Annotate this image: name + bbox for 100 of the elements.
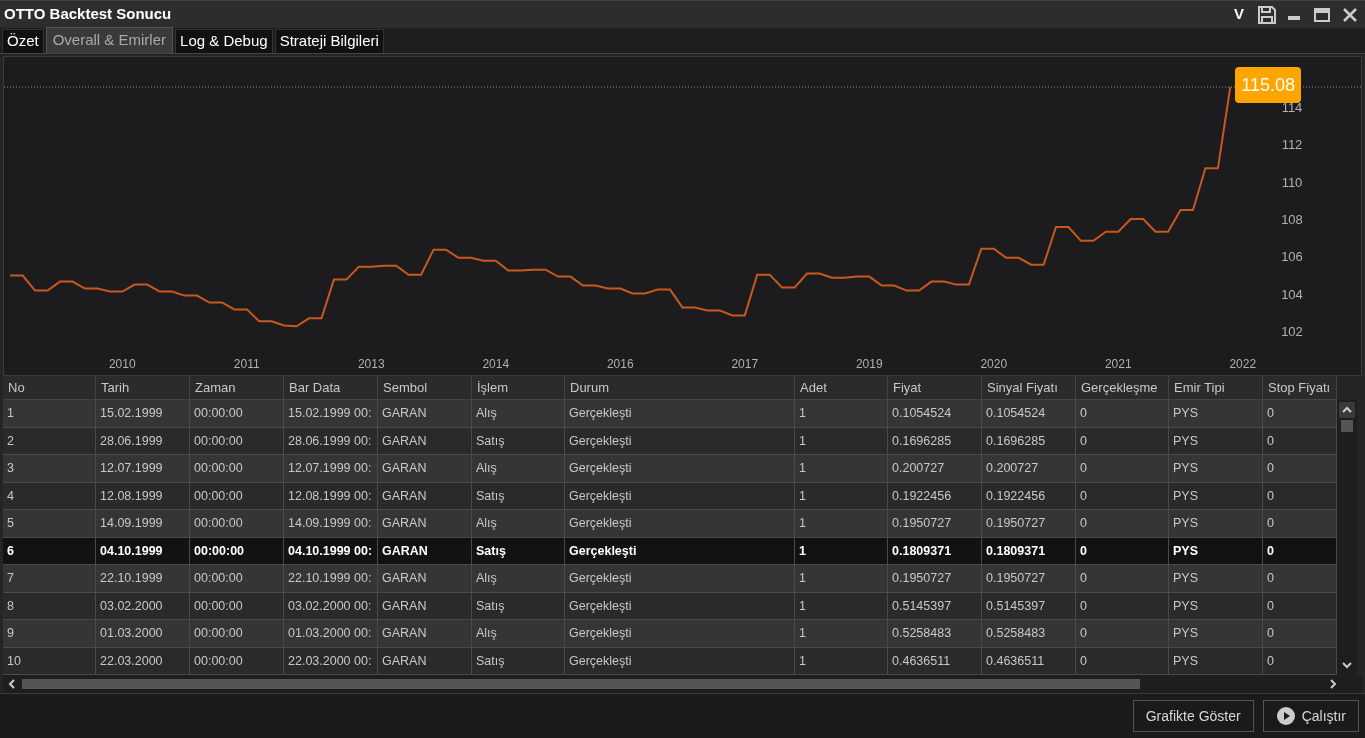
table-cell: 1 (795, 455, 888, 483)
scroll-up-icon[interactable] (1339, 402, 1355, 418)
table-cell: 0.1950727 (982, 565, 1076, 593)
horizontal-scrollbar[interactable] (3, 675, 1362, 693)
table-cell: 0.1950727 (982, 510, 1076, 538)
tab[interactable]: Özet (2, 29, 44, 53)
table-cell: Alış (472, 400, 565, 428)
table-cell: 1 (795, 510, 888, 538)
table-cell: 0.200727 (982, 455, 1076, 483)
table-cell: 0.1950727 (888, 510, 982, 538)
table-cell: 22.10.1999 (96, 565, 190, 593)
table-cell: Gerçekleşti (565, 510, 795, 538)
table-cell: GARAN (378, 620, 472, 648)
table-cell: 00:00:00 (190, 455, 284, 483)
table-cell: Gerçekleşti (565, 455, 795, 483)
table-cell: 7 (3, 565, 96, 593)
table-cell: Gerçekleşti (565, 620, 795, 648)
table-cell: 00:00:00 (190, 620, 284, 648)
tab[interactable]: Strateji Bilgileri (274, 29, 384, 53)
x-tick-label: 2022 (1229, 357, 1257, 371)
table-cell: 0 (1076, 510, 1169, 538)
table-cell: Alış (472, 620, 565, 648)
x-tick-label: 2010 (108, 357, 136, 371)
table-row[interactable]: 6 04.10.1999 00:00:00 04.10.1999 00: GARAN Satış Gerçekleşti 1 0.1809371 0.1809371 0 PYS 0 (3, 537, 1337, 565)
table-row[interactable]: 10 22.03.2000 00:00:00 22.03.2000 00: GARAN Satış Gerçekleşti 1 0.4636511 0.4636511 0 PYS 0 (3, 647, 1337, 675)
table-cell: 22.10.1999 00: (284, 565, 378, 593)
table-row[interactable]: 7 22.10.1999 00:00:00 22.10.1999 00: GARAN Alış Gerçekleşti 1 0.1950727 0.1950727 0 PYS 0 (3, 565, 1337, 593)
table-cell: GARAN (378, 565, 472, 593)
y-tick-label: 112 (1281, 137, 1303, 153)
table-cell: 01.03.2000 00: (284, 620, 378, 648)
table-cell: 0 (1076, 565, 1169, 593)
x-tick-label: 2019 (855, 357, 883, 371)
table-cell: 15.02.1999 00: (284, 400, 378, 428)
run-button[interactable]: Çalıştır (1262, 700, 1359, 732)
window-title: OTTO Backtest Sonucu (4, 4, 173, 25)
table-cell: GARAN (378, 400, 472, 428)
x-tick-label: 2011 (233, 357, 260, 371)
table-cell: Gerçekleşti (565, 400, 795, 428)
y-tick-label: 110 (1281, 174, 1303, 190)
table-cell: 9 (3, 620, 96, 648)
y-tick-label: 104 (1281, 286, 1303, 302)
table-cell: 1 (795, 400, 888, 428)
table-cell: 5 (3, 510, 96, 538)
table-row[interactable]: 2 28.06.1999 00:00:00 28.06.1999 00: GARAN Satış Gerçekleşti 1 0.1696285 0.1696285 0 PYS 0 (3, 427, 1337, 455)
x-tick-label: 2021 (1104, 357, 1132, 371)
table-cell: PYS (1169, 400, 1263, 428)
y-tick-label: 108 (1281, 212, 1303, 227)
v-button[interactable]: V (1227, 3, 1251, 26)
table-cell: 00:00:00 (190, 510, 284, 538)
table-cell: 0.1054524 (888, 400, 982, 428)
table-cell: 01.03.2000 (96, 620, 190, 648)
table-row[interactable]: 5 14.09.1999 00:00:00 14.09.1999 00: GARAN Alış Gerçekleşti 1 0.1950727 0.1950727 0 PYS 0 (3, 510, 1337, 538)
table-cell: 12.07.1999 00: (284, 455, 378, 483)
table-cell: 15.02.1999 (96, 400, 190, 428)
table-cell: 0.1950727 (888, 565, 982, 593)
scroll-right-icon[interactable] (1327, 678, 1339, 690)
vertical-scrollbar[interactable] (1337, 400, 1357, 675)
tab[interactable]: Log & Debug (175, 29, 273, 53)
x-tick-label: 2020 (980, 357, 1008, 371)
table-row[interactable]: 3 12.07.1999 00:00:00 12.07.1999 00: GARAN Alış Gerçekleşti 1 0.200727 0.200727 0 PYS 0 (3, 455, 1337, 483)
table-row[interactable]: 9 01.03.2000 00:00:00 01.03.2000 00: GARAN Alış Gerçekleşti 1 0.5258483 0.5258483 0 PYS 0 (3, 620, 1337, 648)
table-cell: 14.09.1999 00: (284, 510, 378, 538)
table-cell: 00:00:00 (190, 400, 284, 428)
table-cell: GARAN (378, 455, 472, 483)
table-cell: PYS (1169, 565, 1263, 593)
x-tick-label: 2013 (357, 357, 385, 371)
table-cell: Gerçekleşti (565, 565, 795, 593)
table-row[interactable]: 4 12.08.1999 00:00:00 12.08.1999 00: GARAN Satış Gerçekleşti 1 0.1922456 0.1922456 0 PYS 0 (3, 482, 1337, 510)
tab[interactable]: Overall & Emirler (45, 27, 174, 53)
table-cell: 0.1054524 (982, 400, 1076, 428)
table-cell: 0.200727 (888, 455, 982, 483)
x-tick-label: 2014 (482, 357, 510, 371)
scroll-left-icon[interactable] (6, 678, 18, 690)
table-cell: PYS (1169, 620, 1263, 648)
table-cell: 14.09.1999 (96, 510, 190, 538)
table-cell: Alış (472, 565, 565, 593)
table-cell: PYS (1169, 510, 1263, 538)
table-cell: 0 (1076, 455, 1169, 483)
scrollbar-thumb[interactable] (1341, 420, 1353, 432)
table-cell: 12.07.1999 (96, 455, 190, 483)
y-tick-label: 102 (1281, 323, 1303, 339)
scrollbar-thumb[interactable] (22, 679, 1140, 689)
save-icon[interactable] (1257, 4, 1277, 25)
x-tick-label: 2017 (731, 357, 759, 371)
show-in-chart-button[interactable]: Grafikte Göster (1132, 700, 1254, 732)
table-row[interactable]: 8 03.02.2000 00:00:00 03.02.2000 00: GARAN Satış Gerçekleşti 1 0.5145397 0.5145397 0 PYS 0 (3, 592, 1337, 620)
table-cell: 0 (1076, 400, 1169, 428)
play-icon (1275, 706, 1296, 726)
x-tick-label: 2016 (606, 357, 634, 371)
table-cell: 1 (3, 400, 96, 428)
table-row[interactable]: 1 15.02.1999 00:00:00 15.02.1999 00: GARAN Alış Gerçekleşti 1 0.1054524 0.1054524 0 PYS 0 (3, 400, 1337, 428)
table-cell: 0.5258483 (982, 620, 1076, 648)
table-cell: GARAN (378, 510, 472, 538)
table-cell: 3 (3, 455, 96, 483)
table-cell: 1 (795, 620, 888, 648)
table-cell: PYS (1169, 455, 1263, 483)
table-cell: 0.5258483 (888, 620, 982, 648)
table-cell: 1 (795, 565, 888, 593)
table-cell: Alış (472, 510, 565, 538)
last-value-badge: 115.08 (1235, 67, 1301, 103)
